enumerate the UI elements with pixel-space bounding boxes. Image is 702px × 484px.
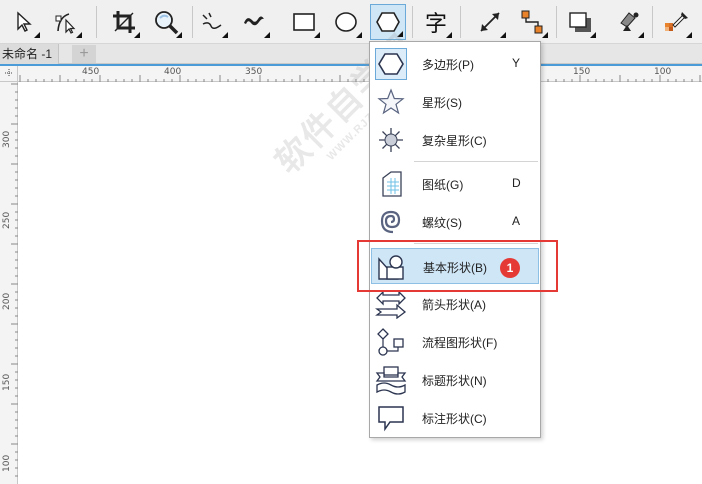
menu-item-complex-star[interactable]: 复杂星形(C)	[371, 122, 539, 158]
menu-item-label: 箭头形状(A)	[422, 298, 486, 312]
text-tool[interactable]: 字	[418, 4, 454, 40]
menu-item-callout-shapes[interactable]: 标注形状(C)	[371, 400, 539, 436]
horizontal-ruler-ticks	[19, 75, 701, 82]
flowchart-shapes-icon	[375, 326, 407, 358]
ruler-tick-label: 150	[2, 373, 12, 391]
pick-tool[interactable]	[6, 4, 42, 40]
add-tab-button[interactable]: +	[72, 45, 96, 63]
ruler-tick-label: 450	[82, 67, 100, 77]
menu-item-shortcut: Y	[512, 56, 521, 70]
menu-item-flowchart-shapes[interactable]: 流程图形状(F)	[371, 324, 539, 360]
menu-divider	[414, 161, 538, 162]
menu-item-label: 标注形状(C)	[422, 412, 487, 426]
drop-shadow-tool[interactable]	[562, 4, 598, 40]
ellipse-tool[interactable]	[328, 4, 364, 40]
connector-tool[interactable]	[514, 4, 550, 40]
rectangle-tool[interactable]	[286, 4, 322, 40]
complex-star-icon	[375, 124, 407, 156]
star-icon	[375, 86, 407, 118]
ruler-origin-icon	[4, 67, 14, 81]
ruler-tick-label: 200	[2, 292, 12, 310]
dimension-tool[interactable]	[472, 4, 508, 40]
vertical-ruler[interactable]: 300 250 200 150 100	[0, 82, 18, 484]
menu-item-star[interactable]: 星形(S)	[371, 84, 539, 120]
ruler-tick-label: 150	[573, 67, 591, 77]
callout-shapes-icon	[375, 402, 407, 434]
hexagon-icon	[375, 48, 407, 80]
menu-item-shortcut: D	[512, 176, 521, 190]
ruler-tick-label: 400	[164, 67, 182, 77]
menu-item-shortcut: A	[512, 214, 521, 228]
horizontal-ruler[interactable]: 450 400 350 150 100	[18, 66, 702, 82]
menu-item-polygon[interactable]: 多边形(P) Y	[371, 46, 539, 82]
toolbox: 字	[0, 0, 702, 44]
graph-paper-icon	[375, 168, 407, 200]
menu-item-banner-shapes[interactable]: 标题形状(N)	[371, 362, 539, 398]
arrow-shapes-icon	[375, 288, 407, 320]
polygon-tool[interactable]	[370, 4, 406, 40]
menu-item-label: 星形(S)	[422, 96, 462, 110]
document-tab-bar: 未命名 -1 +	[0, 44, 702, 64]
eyedropper-tool[interactable]	[658, 4, 694, 40]
spiral-icon	[375, 206, 407, 238]
ruler-tick-label: 300	[2, 130, 12, 148]
menu-item-label: 多边形(P)	[422, 58, 474, 72]
ruler-tick-label: 350	[245, 67, 263, 77]
shape-tool[interactable]	[48, 4, 84, 40]
menu-item-label: 图纸(G)	[422, 178, 464, 192]
menu-item-label: 标题形状(N)	[422, 374, 487, 388]
transparency-tool[interactable]	[610, 4, 646, 40]
document-tab[interactable]: 未命名 -1	[0, 44, 60, 64]
step-badge: 1	[500, 258, 520, 278]
zoom-tool[interactable]	[148, 4, 184, 40]
text-icon: 字	[424, 12, 447, 37]
crop-tool[interactable]	[106, 4, 142, 40]
freehand-tool[interactable]	[194, 4, 230, 40]
menu-item-label: 流程图形状(F)	[422, 336, 498, 350]
annotation-highlight-box	[357, 240, 558, 292]
menu-item-label: 复杂星形(C)	[422, 134, 487, 148]
ruler-tick-label: 100	[2, 454, 12, 472]
menu-item-label: 螺纹(S)	[422, 216, 462, 230]
menu-item-graph-paper[interactable]: 图纸(G) D	[371, 166, 539, 202]
menu-item-spiral[interactable]: 螺纹(S) A	[371, 204, 539, 240]
banner-shapes-icon	[375, 364, 407, 396]
ruler-tick-label: 250	[2, 211, 12, 229]
ruler-tick-label: 100	[654, 67, 672, 77]
artistic-media-tool[interactable]	[236, 4, 272, 40]
ruler-origin[interactable]	[0, 66, 18, 82]
arrow-cursor-icon	[12, 10, 36, 34]
